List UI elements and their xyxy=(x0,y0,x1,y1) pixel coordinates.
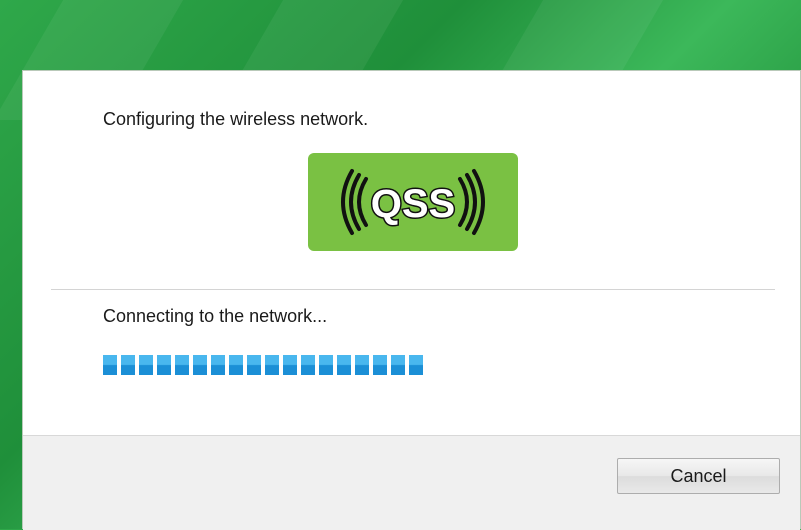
qss-wireless-icon: QSS xyxy=(341,169,485,235)
progress-segment xyxy=(157,355,171,375)
progress-segment xyxy=(283,355,297,375)
qss-badge: QSS xyxy=(308,153,518,251)
dialog-heading: Configuring the wireless network. xyxy=(103,109,369,129)
progress-segment xyxy=(391,355,405,375)
qss-dialog: Configuring the wireless network. QSS Co… xyxy=(22,70,801,530)
progress-segment xyxy=(175,355,189,375)
progress-segment xyxy=(229,355,243,375)
progress-segment xyxy=(373,355,387,375)
progress-segment xyxy=(337,355,351,375)
progress-segment xyxy=(121,355,135,375)
progress-segment xyxy=(193,355,207,375)
divider xyxy=(51,289,775,290)
progress-segment xyxy=(409,355,423,375)
progress-segment xyxy=(355,355,369,375)
cancel-button[interactable]: Cancel xyxy=(617,458,780,494)
progress-bar xyxy=(103,355,423,375)
progress-segment xyxy=(319,355,333,375)
qss-label: QSS xyxy=(371,182,455,226)
progress-segment xyxy=(247,355,261,375)
progress-segment xyxy=(265,355,279,375)
dialog-content: Configuring the wireless network. QSS Co… xyxy=(23,71,800,435)
progress-segment xyxy=(139,355,153,375)
progress-segment xyxy=(301,355,315,375)
dialog-footer: Cancel xyxy=(23,435,800,530)
status-text: Connecting to the network... xyxy=(103,306,328,326)
progress-segment xyxy=(211,355,225,375)
progress-segment xyxy=(103,355,117,375)
